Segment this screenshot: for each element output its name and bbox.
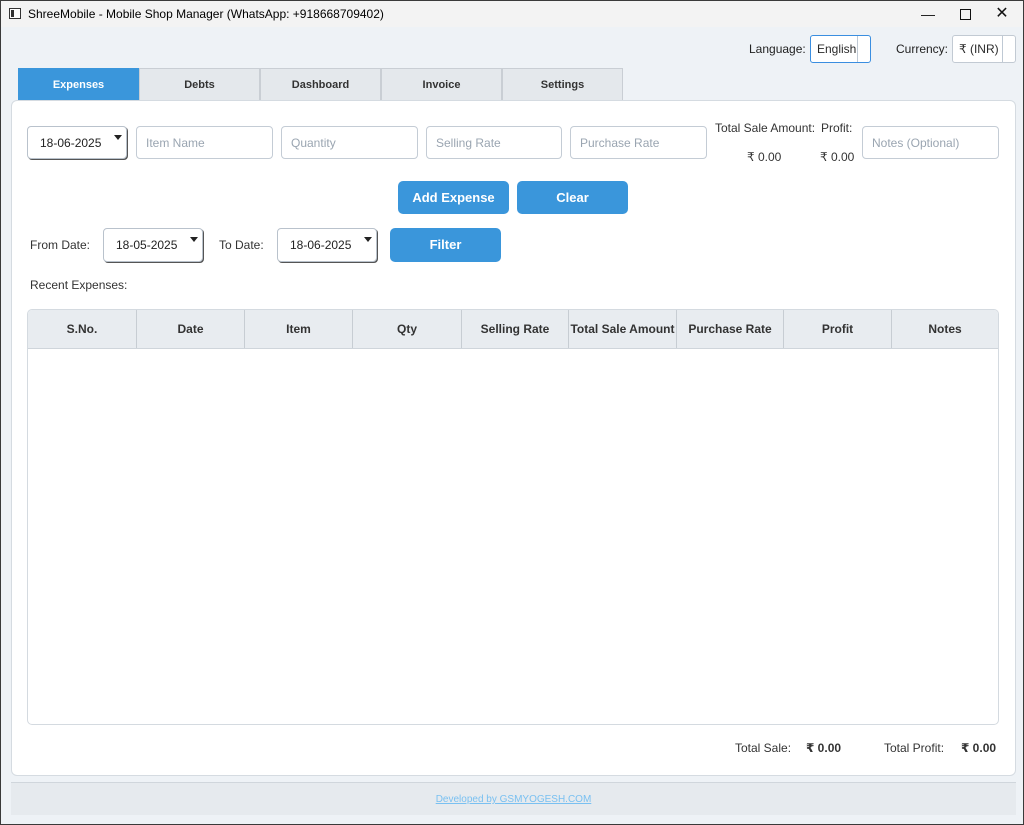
chevron-down-icon[interactable]	[114, 135, 122, 140]
tab-debts[interactable]: Debts	[139, 68, 260, 100]
language-select[interactable]: English	[810, 35, 871, 63]
clear-button[interactable]: Clear	[517, 181, 628, 214]
column-header-selling-rate[interactable]: Selling Rate	[462, 310, 569, 348]
item-name-input[interactable]: Item Name	[136, 126, 273, 159]
maximize-button[interactable]	[947, 1, 983, 27]
expenses-table: S.No. Date Item Qty Selling Rate Total S…	[27, 309, 999, 725]
app-window: ShreeMobile - Mobile Shop Manager (Whats…	[0, 0, 1024, 825]
developer-link[interactable]: Developed by GSMYOGESH.COM	[11, 794, 1016, 805]
notes-input[interactable]: Notes (Optional)	[862, 126, 999, 159]
column-header-item[interactable]: Item	[245, 310, 353, 348]
footer: Developed by GSMYOGESH.COM	[11, 782, 1016, 815]
minimize-button[interactable]: —	[910, 1, 946, 27]
chevron-down-icon[interactable]	[190, 237, 198, 242]
selling-rate-input[interactable]: Selling Rate	[426, 126, 562, 159]
to-date-picker[interactable]: 18-06-2025	[277, 228, 377, 262]
quantity-input[interactable]: Quantity	[281, 126, 418, 159]
to-date-value: 18-06-2025	[290, 238, 352, 252]
add-expense-button[interactable]: Add Expense	[398, 181, 509, 214]
to-date-label: To Date:	[219, 238, 264, 252]
close-button[interactable]: ✕	[984, 1, 1020, 27]
total-sale-amount-value: ₹ 0.00	[747, 150, 782, 164]
from-date-picker[interactable]: 18-05-2025	[103, 228, 203, 262]
currency-label: Currency:	[896, 42, 949, 56]
tab-settings[interactable]: Settings	[502, 68, 623, 100]
expense-date-picker[interactable]: 18-06-2025	[27, 126, 127, 159]
profit-label: Profit:	[821, 121, 853, 135]
table-header: S.No. Date Item Qty Selling Rate Total S…	[28, 310, 998, 349]
tab-expenses[interactable]: Expenses	[18, 68, 139, 100]
expense-date-value: 18-06-2025	[40, 136, 102, 150]
total-profit-value: ₹ 0.00	[961, 741, 997, 755]
recent-expenses-label: Recent Expenses:	[30, 278, 128, 292]
from-date-value: 18-05-2025	[116, 238, 178, 252]
window-title: ShreeMobile - Mobile Shop Manager (Whats…	[28, 7, 384, 21]
currency-value: ₹ (INR)	[959, 42, 999, 56]
column-header-qty[interactable]: Qty	[353, 310, 462, 348]
title-bar: ShreeMobile - Mobile Shop Manager (Whats…	[1, 1, 1023, 27]
total-sale-label: Total Sale:	[735, 741, 792, 755]
language-value: English	[817, 42, 857, 56]
currency-dropdown-button[interactable]	[1002, 36, 1015, 62]
column-header-purchase-rate[interactable]: Purchase Rate	[677, 310, 784, 348]
currency-select[interactable]: ₹ (INR)	[952, 35, 1016, 63]
maximize-icon	[959, 8, 971, 20]
tab-dashboard[interactable]: Dashboard	[260, 68, 381, 100]
total-profit-label: Total Profit:	[884, 741, 945, 755]
profit-value: ₹ 0.00	[820, 150, 855, 164]
chevron-down-icon[interactable]	[364, 237, 372, 242]
filter-button[interactable]: Filter	[390, 228, 501, 262]
column-header-profit[interactable]: Profit	[784, 310, 892, 348]
column-header-date[interactable]: Date	[137, 310, 245, 348]
app-icon	[9, 8, 21, 19]
purchase-rate-input[interactable]: Purchase Rate	[570, 126, 707, 159]
language-dropdown-button[interactable]	[857, 36, 870, 62]
language-label: Language:	[749, 42, 806, 56]
total-sale-value: ₹ 0.00	[806, 741, 842, 755]
tab-invoice[interactable]: Invoice	[381, 68, 502, 100]
column-header-sno[interactable]: S.No.	[28, 310, 137, 348]
column-header-notes[interactable]: Notes	[892, 310, 998, 348]
column-header-total-sale-amount[interactable]: Total Sale Amount	[569, 310, 677, 348]
from-date-label: From Date:	[30, 238, 91, 252]
total-sale-amount-label: Total Sale Amount:	[715, 121, 816, 135]
